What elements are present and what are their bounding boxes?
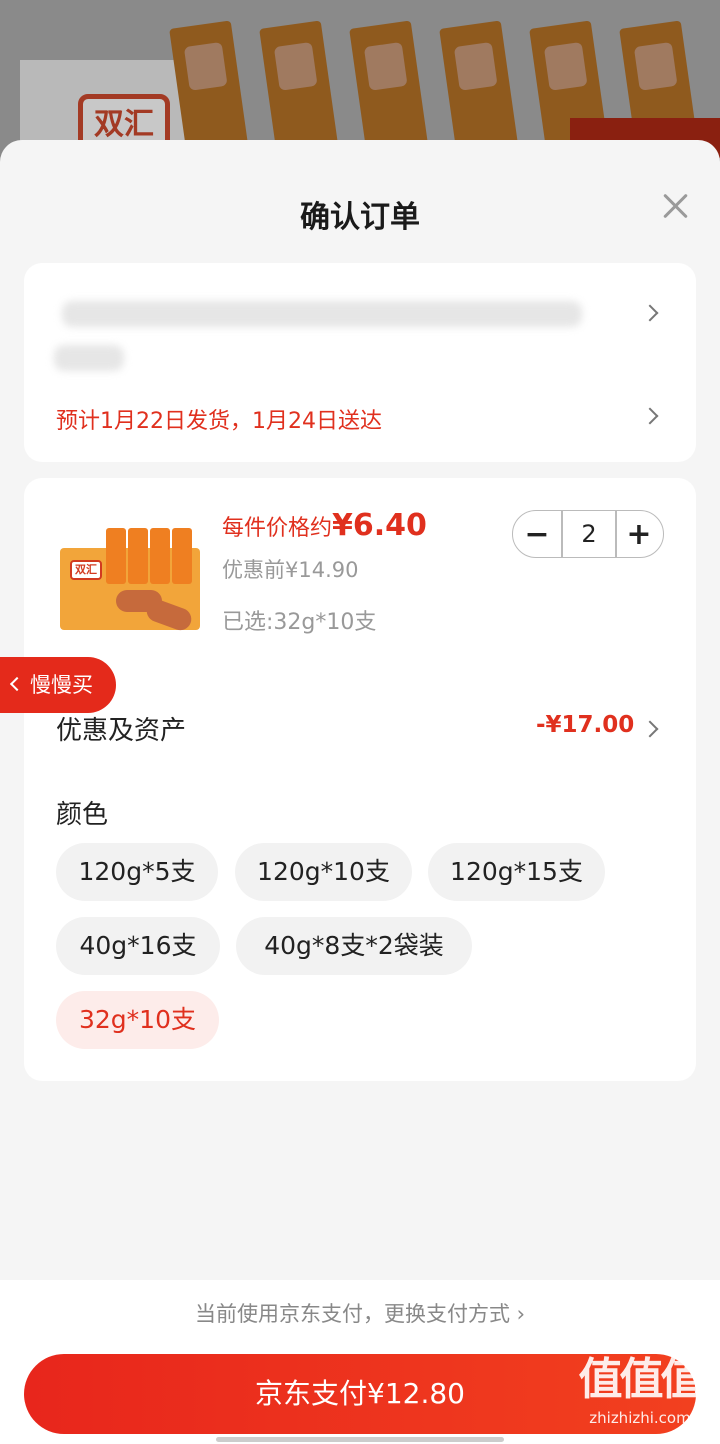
close-icon[interactable] bbox=[662, 192, 690, 220]
confirm-order-sheet: 确认订单 预计1月22日发货，1月24日送达 双汇 每件价格约¥6.40 优惠前… bbox=[0, 140, 720, 1444]
chevron-right-icon[interactable] bbox=[641, 304, 659, 322]
product-thumbnail: 双汇 bbox=[60, 520, 204, 634]
address-redacted bbox=[54, 283, 594, 393]
slow-buy-tab[interactable]: 慢慢买 bbox=[0, 657, 116, 713]
plus-icon[interactable]: + bbox=[615, 511, 663, 557]
quantity-stepper: − 2 + bbox=[512, 510, 664, 558]
discount-assets-value[interactable]: -¥17.00 bbox=[536, 712, 634, 738]
price-value: ¥6.40 bbox=[332, 508, 427, 543]
watermark-logo: 值值值 bbox=[578, 1354, 705, 1405]
color-option[interactable]: 40g*8支*2袋装 bbox=[236, 917, 472, 975]
watermark-url: zhizhizhi.com bbox=[589, 1409, 691, 1427]
color-label: 颜色 bbox=[56, 800, 109, 830]
original-price: 优惠前¥14.90 bbox=[222, 558, 359, 582]
payment-method-hint[interactable]: 当前使用京东支付，更换支付方式 › bbox=[0, 1298, 720, 1328]
delivery-estimate: 预计1月22日发货，1月24日送达 bbox=[56, 409, 382, 434]
minus-icon[interactable]: − bbox=[513, 511, 561, 557]
chevron-right-icon[interactable] bbox=[641, 407, 659, 425]
color-option[interactable]: 120g*15支 bbox=[428, 843, 605, 901]
discount-assets-label[interactable]: 优惠及资产 bbox=[56, 710, 186, 747]
color-option-selected[interactable]: 32g*10支 bbox=[56, 991, 219, 1049]
chevron-right-icon[interactable] bbox=[641, 720, 659, 738]
product-brand-logo: 双汇 bbox=[70, 560, 102, 580]
selected-spec: 已选:32g*10支 bbox=[222, 610, 377, 635]
quantity-value[interactable]: 2 bbox=[563, 511, 615, 557]
home-indicator bbox=[216, 1437, 504, 1442]
unit-price: 每件价格约¥6.40 bbox=[222, 508, 427, 543]
price-prefix: 每件价格约 bbox=[222, 516, 333, 541]
sheet-title: 确认订单 bbox=[300, 200, 420, 235]
slow-buy-label: 慢慢买 bbox=[30, 673, 93, 697]
color-option[interactable]: 120g*10支 bbox=[235, 843, 412, 901]
address-card[interactable]: 预计1月22日发货，1月24日送达 bbox=[24, 263, 696, 462]
color-option[interactable]: 120g*5支 bbox=[56, 843, 218, 901]
chevron-left-icon bbox=[9, 676, 25, 692]
product-card: 双汇 每件价格约¥6.40 优惠前¥14.90 已选:32g*10支 − 2 +… bbox=[24, 478, 696, 1081]
watermark: 值值值 zhizhizhi.com bbox=[566, 1352, 714, 1428]
color-option[interactable]: 40g*16支 bbox=[56, 917, 220, 975]
